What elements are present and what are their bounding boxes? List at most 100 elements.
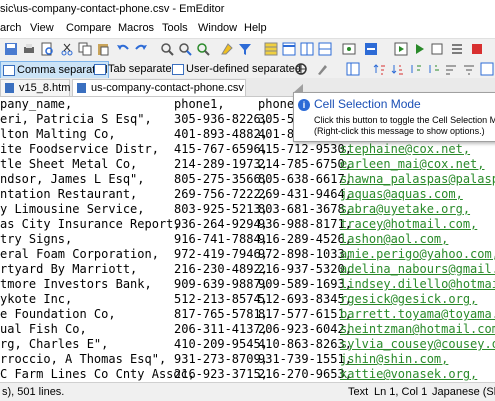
email-cell[interactable]: shawna_palaspas@palaspas.	[340, 172, 495, 187]
tab-separated-button[interactable]: Tab separated	[92, 61, 178, 77]
email-cell[interactable]: sabra@uyetake.org,	[340, 202, 470, 217]
find-next-icon[interactable]	[178, 42, 192, 56]
status-position[interactable]: Ln 1, Col 1	[374, 383, 427, 401]
html-file-icon	[5, 83, 14, 93]
company-name-cell: y Limousine Service,	[0, 202, 145, 216]
email-cell[interactable]: amie.perigo@yahoo.com,	[340, 247, 495, 262]
sort-options-icon[interactable]	[462, 62, 476, 76]
cell-selection-tooltip[interactable]: i Cell Selection Mode Click this button …	[293, 84, 495, 142]
record-stop-icon[interactable]	[470, 42, 484, 56]
cell-edit-icon[interactable]	[316, 62, 330, 76]
macro-run-icon[interactable]	[394, 42, 408, 56]
print-preview-icon[interactable]	[40, 42, 54, 56]
status-encoding[interactable]: Japanese (Shift-J	[432, 383, 495, 401]
company-name-cell: tle Sheet Metal Co,	[0, 157, 138, 171]
macro-settings-icon[interactable]	[430, 42, 444, 56]
menu-macros[interactable]: Macros	[118, 19, 154, 37]
column-select-icon[interactable]	[346, 62, 360, 76]
tile-icon[interactable]	[300, 42, 314, 56]
company-name-cell: C Farm Lines Co Cnty Assoc,	[0, 367, 196, 381]
customize-icon[interactable]	[364, 42, 378, 56]
email-cell[interactable]: lindsey.dilello@hotmail.c	[340, 277, 495, 292]
company-name-cell: as City Insurance Report,	[0, 217, 181, 231]
email-cell[interactable]: sheintzman@hotmail.com,	[340, 322, 495, 337]
email-cell[interactable]: lashon@aol.com,	[340, 232, 448, 247]
phone2-cell: 512-693-8345,	[258, 292, 352, 306]
company-name-cell: eral Foam Corporation,	[0, 247, 159, 261]
phone2-cell: 931-739-1551,	[258, 352, 352, 366]
csv-more-icon[interactable]	[480, 62, 494, 76]
print-icon[interactable]	[22, 42, 36, 56]
columns-icon[interactable]	[264, 42, 278, 56]
tooltip-title: Cell Selection Mode	[314, 97, 421, 111]
company-name-cell: rroccio, A Thomas Esq",	[0, 352, 167, 366]
sort-asc-icon[interactable]	[372, 62, 386, 76]
split-icon[interactable]	[318, 42, 332, 56]
company-name-cell: rtyard By Marriott,	[0, 262, 138, 276]
phone1-cell: 401-893-4882,	[174, 127, 268, 141]
copy-icon[interactable]	[78, 42, 92, 56]
window-title: sic\us-company-contact-phone.csv - EmEdi…	[0, 3, 225, 15]
highlight-icon[interactable]	[220, 42, 234, 56]
menu-compare[interactable]: Compare	[66, 19, 111, 37]
company-name-cell: ite Foodservice Distr,	[0, 142, 159, 156]
cell-selection-mode-icon[interactable]	[294, 62, 308, 76]
email-cell[interactable]: jshin@shin.com,	[340, 352, 448, 367]
user-defined-separated-button[interactable]: User-defined separated	[170, 61, 301, 77]
menu-tools[interactable]: Tools	[162, 19, 188, 37]
find-icon[interactable]	[160, 42, 174, 56]
sort-num-desc-icon[interactable]	[426, 62, 440, 76]
filter-icon[interactable]	[238, 42, 252, 56]
phone1-cell: 512-213-8574,	[174, 292, 268, 306]
email-cell[interactable]: kattie@vonasek.org,	[340, 367, 477, 382]
email-cell[interactable]: sylvia_cousey@cousey.org,	[340, 337, 495, 352]
menu-view[interactable]: View	[30, 19, 54, 37]
settings-icon[interactable]	[342, 42, 356, 56]
replace-icon[interactable]	[196, 42, 210, 56]
tab-v15-8-htm[interactable]: v15_8.htm	[0, 79, 70, 96]
undo-icon[interactable]	[116, 42, 130, 56]
menu-help[interactable]: Help	[244, 19, 267, 37]
phone1-cell: 415-767-6596,	[174, 142, 268, 156]
user-defined-label: User-defined separated	[186, 63, 301, 75]
company-name-cell: ykote Inc,	[0, 292, 73, 306]
cut-icon[interactable]	[60, 42, 74, 56]
email-cell[interactable]: jaquas@aquas.com,	[340, 187, 463, 202]
menu-search[interactable]: arch	[0, 19, 21, 37]
paste-icon[interactable]	[96, 42, 110, 56]
email-cell[interactable]: earleen_mai@cox.net,	[340, 157, 485, 172]
csv-toolbar: Comma separated Tab separated User-defin…	[0, 60, 495, 79]
phone2-cell: 410-863-8263,	[258, 337, 352, 351]
macro-list-icon[interactable]	[450, 42, 464, 56]
menu-bar: arch View Compare Macros Tools Window He…	[0, 19, 495, 37]
menu-window[interactable]: Window	[198, 19, 237, 37]
tab-label: v15_8.htm	[19, 82, 71, 94]
sort-length-icon[interactable]	[444, 62, 458, 76]
phone1-cell: phone1,	[174, 97, 225, 111]
tab-label: us-company-contact-phone.csv	[91, 82, 244, 94]
phone1-cell: 269-756-7222,	[174, 187, 268, 201]
phone1-cell: 216-230-4892,	[174, 262, 268, 276]
email-cell[interactable]: stephaine@cox.net,	[340, 142, 470, 157]
status-mode[interactable]: Text	[348, 383, 368, 401]
company-name-cell: try Signs,	[0, 232, 73, 246]
save-all-icon[interactable]	[4, 42, 18, 56]
email-cell[interactable]: rgesick@gesick.org,	[340, 292, 477, 307]
email-cell[interactable]: tracey@hotmail.com,	[340, 217, 477, 232]
company-name-cell: pany_name,	[0, 97, 73, 111]
phone1-cell: 805-275-3566,	[174, 172, 268, 186]
tooltip-arrow	[293, 84, 303, 93]
sort-desc-icon[interactable]	[390, 62, 404, 76]
phone1-cell: 909-639-9887,	[174, 277, 268, 291]
tab-us-company-contact-phone[interactable]: us-company-contact-phone.csv	[72, 79, 246, 96]
sort-num-asc-icon[interactable]	[408, 62, 422, 76]
window-list-icon[interactable]	[282, 42, 296, 56]
phone2-cell: 909-589-1693,	[258, 277, 352, 291]
email-cell[interactable]: adelina_nabours@gmail.com,	[340, 262, 495, 277]
redo-icon[interactable]	[134, 42, 148, 56]
macro-play-icon[interactable]	[412, 42, 426, 56]
phone2-cell: 401-8	[258, 127, 295, 141]
company-name-cell: e Foundation Co,	[0, 307, 116, 321]
email-cell[interactable]: barrett.toyama@toyama.org	[340, 307, 495, 322]
info-icon: i	[298, 99, 310, 111]
